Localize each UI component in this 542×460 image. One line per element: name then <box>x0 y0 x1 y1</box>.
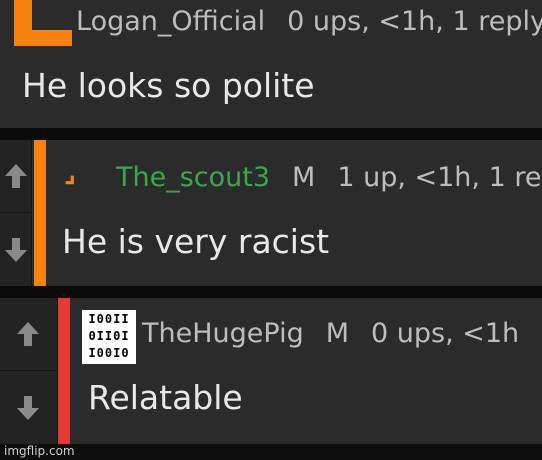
binary-code-icon[interactable]: I00II 0II0I I00I0 <box>82 310 136 364</box>
username-link[interactable]: Logan_Official <box>76 6 265 37</box>
mod-flair: M <box>325 318 350 349</box>
vote-bar <box>0 140 32 286</box>
comment-text: He looks so polite <box>22 66 315 105</box>
bolt-icon[interactable]: ⌟ <box>64 158 76 188</box>
upvote-button[interactable] <box>0 140 32 213</box>
vote-bar <box>0 298 58 444</box>
arrow-down-icon <box>17 395 39 420</box>
comment-text: Relatable <box>88 378 243 417</box>
thread-accent-stripe <box>34 140 46 286</box>
comment-stats: 1 up, <1h, 1 re <box>337 162 542 193</box>
watermark: imgflip.com <box>4 444 75 458</box>
arrow-down-icon <box>5 237 27 262</box>
comment-stats: 0 ups, <1h <box>371 318 520 349</box>
orange-letter-l-icon[interactable] <box>6 0 72 46</box>
username-link[interactable]: The_scout3 <box>116 162 270 193</box>
comment-2: ⌟ The_scout3 M 1 up, <1h, 1 re He is ver… <box>0 140 542 286</box>
thread-accent-stripe <box>58 298 70 444</box>
comment-text: He is very racist <box>62 222 330 261</box>
divider <box>0 286 542 298</box>
downvote-button[interactable] <box>0 371 56 444</box>
comment-1-meta: Logan_Official 0 ups, <1h, 1 reply <box>76 6 542 37</box>
arrow-up-icon <box>17 322 39 346</box>
divider <box>0 128 542 140</box>
downvote-button[interactable] <box>0 213 32 286</box>
upvote-button[interactable] <box>0 298 56 371</box>
comment-2-meta: The_scout3 M 1 up, <1h, 1 re <box>116 162 541 193</box>
mod-flair: M <box>292 162 316 193</box>
comment-1: Logan_Official 0 ups, <1h, 1 reply He lo… <box>0 0 542 128</box>
arrow-up-icon <box>5 164 27 188</box>
comment-stats: 0 ups, <1h, 1 reply <box>287 6 542 37</box>
username-link[interactable]: TheHugePig <box>142 318 304 349</box>
comment-3-meta: TheHugePig M 0 ups, <1h <box>142 318 519 349</box>
